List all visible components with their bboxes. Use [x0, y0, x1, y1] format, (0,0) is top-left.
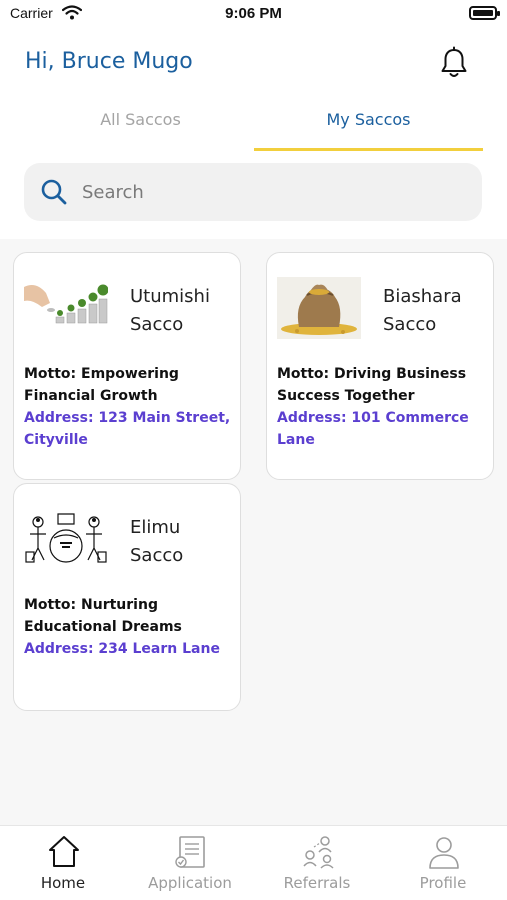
- sacco-motto: Motto: Nurturing Educational Dreams: [24, 597, 182, 635]
- sacco-address: Address: 101 Commerce Lane: [277, 410, 469, 448]
- greeting-title: Hi, Bruce Mugo: [25, 49, 193, 74]
- status-bar: Carrier 9:06 PM: [0, 0, 507, 28]
- sacco-name-line-1: Utumishi: [130, 286, 210, 307]
- sacco-motto: Motto: Empowering Financial Growth: [24, 366, 179, 404]
- notification-bell-icon[interactable]: [438, 46, 470, 80]
- referrals-icon: [303, 836, 334, 869]
- nav-referrals-label: Referrals: [283, 874, 351, 892]
- education-illustration-image: [24, 508, 108, 570]
- tab-all-saccos[interactable]: All Saccos: [28, 110, 253, 129]
- nav-profile[interactable]: Profile: [380, 826, 506, 900]
- sacco-card-elimu[interactable]: Elimu Sacco Motto: Nurturing Educational…: [13, 483, 241, 711]
- nav-home-label: Home: [40, 874, 86, 892]
- sacco-address: Address: 234 Learn Lane: [24, 641, 220, 657]
- bottom-navigation: Home Application Referrals Profile: [0, 825, 507, 900]
- sacco-card-utumishi[interactable]: Utumishi Sacco Motto: Empowering Financi…: [13, 252, 241, 480]
- search-bar[interactable]: [24, 163, 482, 221]
- nav-home[interactable]: Home: [0, 826, 126, 900]
- sacco-card-biashara[interactable]: Biashara Sacco Motto: Driving Business S…: [266, 252, 494, 480]
- sacco-name-line-1: Elimu: [130, 517, 181, 538]
- tab-my-saccos[interactable]: My Saccos: [255, 110, 482, 129]
- battery-icon: [469, 6, 500, 20]
- nav-profile-label: Profile: [419, 874, 467, 892]
- nav-application-label: Application: [148, 874, 232, 892]
- sacco-name: Elimu Sacco: [130, 514, 238, 570]
- sacco-grid: Utumishi Sacco Motto: Empowering Financi…: [0, 239, 507, 825]
- coins-growth-image: [24, 277, 108, 339]
- grain-sack-image: [277, 277, 361, 339]
- status-time: 9:06 PM: [225, 5, 282, 22]
- application-icon: [175, 836, 205, 868]
- nav-application[interactable]: Application: [127, 826, 253, 900]
- sacco-name: Biashara Sacco: [383, 283, 491, 339]
- nav-referrals[interactable]: Referrals: [254, 826, 380, 900]
- sacco-name-line-1: Biashara: [383, 286, 462, 307]
- profile-icon: [429, 837, 459, 869]
- active-tab-indicator: [254, 148, 483, 151]
- sacco-name-line-2: Sacco: [130, 545, 184, 566]
- sacco-motto: Motto: Driving Business Success Together: [277, 366, 467, 404]
- search-input[interactable]: [82, 163, 462, 221]
- sacco-tabs: All Saccos My Saccos: [0, 100, 507, 152]
- home-icon: [49, 836, 79, 867]
- sacco-address: Address: 123 Main Street, Cityville: [24, 410, 231, 448]
- sacco-name: Utumishi Sacco: [130, 283, 238, 339]
- sacco-name-line-2: Sacco: [383, 314, 437, 335]
- sacco-name-line-2: Sacco: [130, 314, 184, 335]
- search-icon: [41, 179, 67, 205]
